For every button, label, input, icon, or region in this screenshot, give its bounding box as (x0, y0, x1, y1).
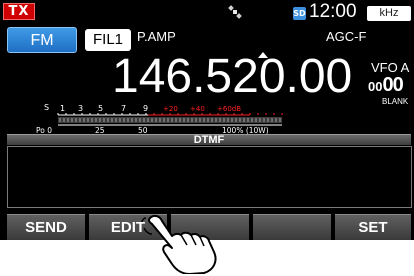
meter-segment (115, 118, 117, 122)
meter-segment (131, 118, 133, 122)
meter-segment (195, 118, 197, 122)
tx-indicator: TX (3, 3, 35, 20)
dtmf-title: DTMF (7, 134, 411, 146)
meter-segment (151, 118, 153, 122)
meter-segment (211, 118, 213, 122)
meter-segment (155, 118, 157, 122)
meter-segment (187, 118, 189, 122)
satellite-icon (228, 5, 242, 19)
meter-segment (67, 118, 69, 122)
meter-segment (83, 118, 85, 122)
send-button[interactable]: SEND (7, 214, 85, 240)
meter-segment (135, 118, 137, 122)
meter-segment (103, 118, 105, 122)
vfo-indicator[interactable]: VFO A (371, 60, 409, 75)
meter-segment (127, 118, 129, 122)
preamp-indicator: P.AMP (137, 29, 176, 44)
meter-segment (123, 118, 125, 122)
meter-segment (215, 118, 217, 122)
s-scale-label: 7 (121, 104, 126, 113)
meter-segment (235, 118, 237, 122)
meter-segment (223, 118, 225, 122)
meter-segment (71, 118, 73, 122)
meter-segment (95, 118, 97, 122)
s-scale-label: S (44, 103, 49, 112)
meter-segment (255, 118, 257, 122)
meter-segment (179, 118, 181, 122)
meter-segment (139, 118, 141, 122)
meter-segment (207, 118, 209, 122)
meter-segment (119, 118, 121, 122)
meter-segment (219, 118, 221, 122)
touch-hand-icon (141, 214, 217, 274)
meter-segment (259, 118, 261, 122)
s-plus-label: +40 (190, 105, 205, 113)
meter-segment (203, 118, 205, 122)
memory-channel-number: 00 (382, 74, 403, 96)
meter-segment (247, 118, 249, 122)
s-scale-label: 3 (78, 104, 83, 113)
meter-segment (99, 118, 101, 122)
memory-channel[interactable]: 0000 (368, 74, 404, 97)
meter-segment (171, 118, 173, 122)
meter-segment (231, 118, 233, 122)
meter-segment (199, 118, 201, 122)
meter-segment (167, 118, 169, 122)
meter-segment (63, 118, 65, 122)
meter-segment (87, 118, 89, 122)
transceiver-screen: TX SD 12:00 kHz FM FIL1 P.AMP AGC-F 146.… (0, 0, 414, 240)
meter-segment (111, 118, 113, 122)
meter-segment (263, 118, 265, 122)
s-plus-label: +60dB (217, 105, 241, 113)
meter-segment (59, 118, 61, 122)
agc-indicator: AGC-F (326, 29, 367, 44)
meter-segment (243, 118, 245, 122)
dtmf-memory-list[interactable] (7, 146, 412, 208)
s-scale-label: 1 (60, 104, 65, 113)
sd-card-icon: SD (293, 7, 306, 20)
meter-segment (239, 118, 241, 122)
s-scale-label: 9 (143, 104, 148, 113)
tuning-caret-icon (258, 52, 268, 58)
mode-button[interactable]: FM (7, 27, 77, 53)
tuning-step-unit[interactable]: kHz (367, 6, 411, 21)
meter-segment (143, 118, 145, 122)
meter-segment (279, 118, 281, 122)
meter-segment (175, 118, 177, 122)
s-scale-label: 5 (98, 104, 103, 113)
meter-segment (275, 118, 277, 122)
clock: 12:00 (309, 1, 357, 22)
set-button[interactable]: SET (335, 214, 411, 240)
meter-segment (251, 118, 253, 122)
meter-segment (107, 118, 109, 122)
meter-segment (183, 118, 185, 122)
meter-segment (79, 118, 81, 122)
meter-segment (227, 118, 229, 122)
memory-name: BLANK (382, 97, 409, 106)
meter-segment (271, 118, 273, 122)
meter-segment (91, 118, 93, 122)
signal-meter: S 1 3 5 7 9 +20 +40 +60dB Po 0 25 50 100… (36, 103, 283, 135)
meter-segment (191, 118, 193, 122)
meter-segment (159, 118, 161, 122)
memory-channel-prefix: 00 (368, 79, 383, 94)
meter-segment (163, 118, 165, 122)
meter-segment (147, 118, 149, 122)
s-plus-label: +20 (163, 105, 178, 113)
meter-segment (75, 118, 77, 122)
frequency-readout[interactable]: 146.520.00 (112, 50, 352, 104)
filter-button[interactable]: FIL1 (85, 29, 131, 51)
meter-segment (267, 118, 269, 122)
function-key-4[interactable] (253, 214, 331, 240)
